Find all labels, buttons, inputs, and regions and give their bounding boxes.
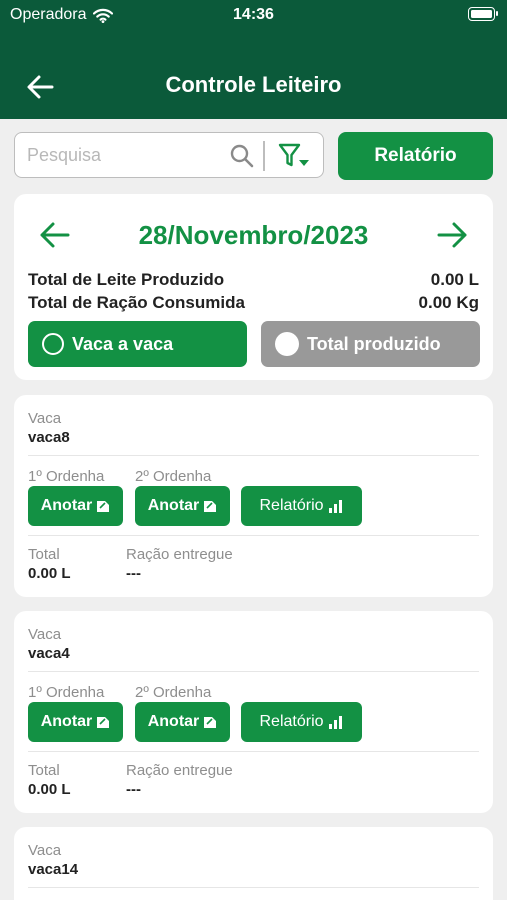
cow-card: Vaca vaca8 1º Ordenha 2º Ordenha Anotar …	[14, 395, 493, 597]
search-icon[interactable]	[229, 143, 255, 169]
cow-label: Vaca	[28, 626, 62, 643]
cow-report-button[interactable]: Relatório	[241, 702, 362, 742]
search-divider	[263, 141, 265, 171]
cow-card: Vaca vaca14	[14, 827, 493, 900]
app-header: Operadora 14:36 Controle Leiteiro	[0, 0, 507, 119]
annotate-label: Anotar	[40, 497, 93, 514]
milking2-label: 2º Ordenha	[135, 684, 212, 701]
divider	[28, 535, 479, 536]
battery-icon	[468, 7, 498, 21]
report-button[interactable]: Relatório	[338, 132, 493, 180]
total-label: Total	[28, 546, 60, 563]
edit-note-icon	[97, 501, 110, 512]
mode-total-label: Total produzido	[307, 333, 441, 354]
feed-label: Ração entregue	[126, 762, 233, 779]
feed-total-row: Total de Ração Consumida 0.00 Kg	[28, 293, 479, 313]
cow-name: vaca8	[28, 429, 70, 446]
divider	[28, 455, 479, 456]
annotate-label: Anotar	[40, 713, 93, 730]
milk-total-label: Total de Leite Produzido	[28, 270, 225, 289]
status-time: 14:36	[233, 6, 274, 23]
cow-report-label: Relatório	[259, 713, 324, 730]
feed-total-value: 0.00 Kg	[418, 293, 479, 312]
divider	[28, 751, 479, 752]
mode-per-cow-button[interactable]: Vaca a vaca	[28, 321, 247, 367]
total-value: 0.00 L	[28, 565, 71, 582]
page-title: Controle Leiteiro	[165, 72, 342, 97]
bar-chart-icon	[328, 500, 342, 513]
search-input[interactable]	[27, 141, 222, 169]
annotate-milking1-button[interactable]: Anotar	[28, 702, 123, 742]
annotate-milking1-button[interactable]: Anotar	[28, 486, 123, 526]
cow-name: vaca14	[28, 861, 79, 878]
annotate-label: Anotar	[147, 713, 200, 730]
radio-icon	[275, 332, 299, 356]
cow-label: Vaca	[28, 842, 62, 859]
feed-total-label: Total de Ração Consumida	[28, 293, 245, 312]
selected-date: 28/Novembro/2023	[138, 220, 369, 250]
milk-total-row: Total de Leite Produzido 0.00 L	[28, 270, 479, 290]
cow-card: Vaca vaca4 1º Ordenha 2º Ordenha Anotar …	[14, 611, 493, 813]
edit-note-icon	[204, 501, 217, 512]
summary-card: 28/Novembro/2023 Total de Leite Produzid…	[14, 194, 493, 380]
status-bar: Operadora 14:36	[0, 0, 507, 30]
annotate-milking2-button[interactable]: Anotar	[135, 702, 230, 742]
divider	[28, 887, 479, 888]
milk-total-value: 0.00 L	[430, 270, 479, 289]
feed-value: ---	[126, 565, 141, 582]
next-date-icon[interactable]	[437, 220, 469, 250]
filter-icon[interactable]	[277, 142, 311, 170]
cow-report-button[interactable]: Relatório	[241, 486, 362, 526]
edit-note-icon	[97, 717, 110, 728]
radio-icon	[42, 333, 64, 355]
mode-total-button[interactable]: Total produzido	[261, 321, 480, 367]
total-label: Total	[28, 762, 60, 779]
annotate-label: Anotar	[147, 497, 200, 514]
cow-report-label: Relatório	[259, 497, 324, 514]
bar-chart-icon	[328, 716, 342, 729]
milking1-label: 1º Ordenha	[28, 468, 105, 485]
feed-label: Ração entregue	[126, 546, 233, 563]
divider	[28, 671, 479, 672]
cow-label: Vaca	[28, 410, 62, 427]
cow-name: vaca4	[28, 645, 70, 662]
search-bar	[14, 132, 324, 178]
edit-note-icon	[204, 717, 217, 728]
milking2-label: 2º Ordenha	[135, 468, 212, 485]
date-navigator: 28/Novembro/2023	[14, 216, 493, 256]
annotate-milking2-button[interactable]: Anotar	[135, 486, 230, 526]
mode-per-cow-label: Vaca a vaca	[72, 333, 174, 354]
total-value: 0.00 L	[28, 781, 71, 798]
feed-value: ---	[126, 781, 141, 798]
milking1-label: 1º Ordenha	[28, 684, 105, 701]
